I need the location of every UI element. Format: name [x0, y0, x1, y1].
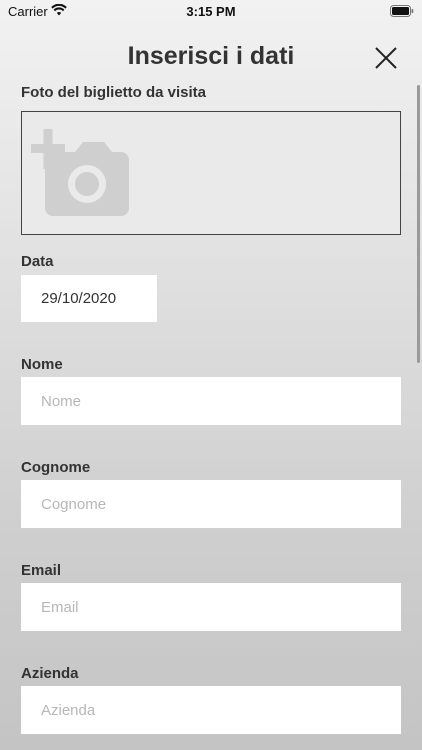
page-title: Inserisci i dati: [127, 42, 295, 70]
email-input[interactable]: [21, 583, 401, 631]
photo-label: Foto del biglietto da visita: [21, 84, 207, 101]
email-label: Email: [21, 562, 62, 579]
scroll-indicator[interactable]: [417, 85, 420, 363]
add-photo-icon: [31, 129, 129, 216]
business-card-photo-picker[interactable]: [21, 111, 401, 235]
status-bar: Carrier 3:15 PM: [0, 0, 422, 22]
company-label: Azienda: [21, 665, 79, 682]
first-name-input[interactable]: [21, 377, 401, 425]
last-name-label: Cognome: [21, 459, 91, 476]
first-name-label: Nome: [21, 356, 63, 373]
date-field[interactable]: [21, 275, 157, 322]
close-icon[interactable]: [374, 46, 398, 70]
battery-icon: [390, 5, 414, 17]
status-time: 3:15 PM: [186, 4, 236, 19]
date-label: Data: [21, 253, 54, 270]
last-name-input[interactable]: [21, 480, 401, 528]
company-input[interactable]: [21, 686, 401, 734]
